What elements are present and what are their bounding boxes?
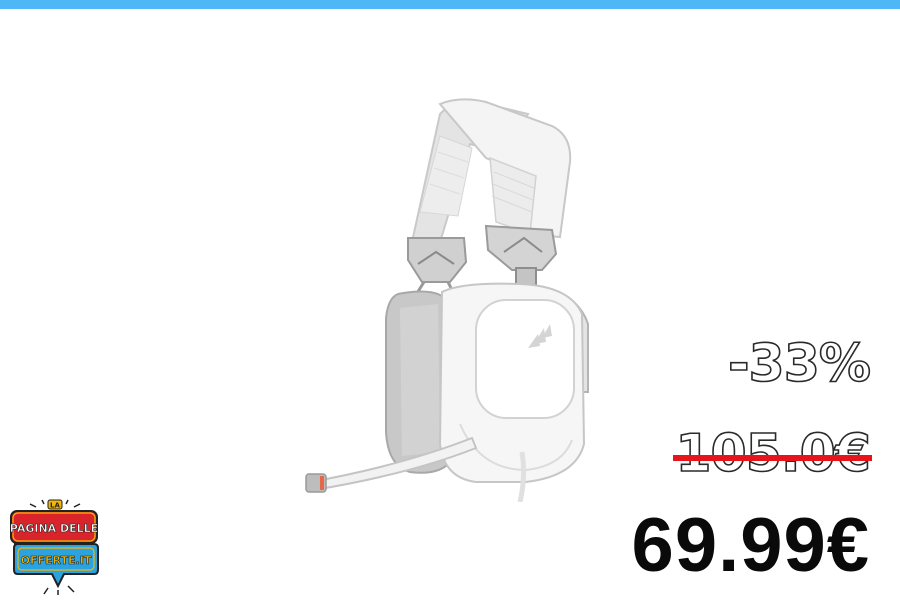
promo-canvas: -33% 105.0€ 69.99€ LA PAGINA DELLE OFFER… xyxy=(0,0,900,600)
left-yoke xyxy=(407,237,468,283)
earcup-panel xyxy=(475,299,575,419)
right-yoke xyxy=(484,224,558,271)
svg-text:PAGINA DELLE: PAGINA DELLE xyxy=(10,522,98,535)
old-price-block: 105.0€ xyxy=(673,424,872,484)
strikethrough-line xyxy=(673,455,872,461)
old-price: 105.0€ xyxy=(675,424,872,484)
site-logo-icon: LA PAGINA DELLE OFFERTE.IT xyxy=(9,499,99,595)
svg-text:OFFERTE.IT: OFFERTE.IT xyxy=(21,554,92,567)
new-price: 69.99€ xyxy=(631,503,870,588)
svg-text:LA: LA xyxy=(50,502,60,510)
headset-image xyxy=(305,98,589,502)
top-accent-bar xyxy=(0,0,900,9)
discount-percent: -33% xyxy=(727,334,872,394)
